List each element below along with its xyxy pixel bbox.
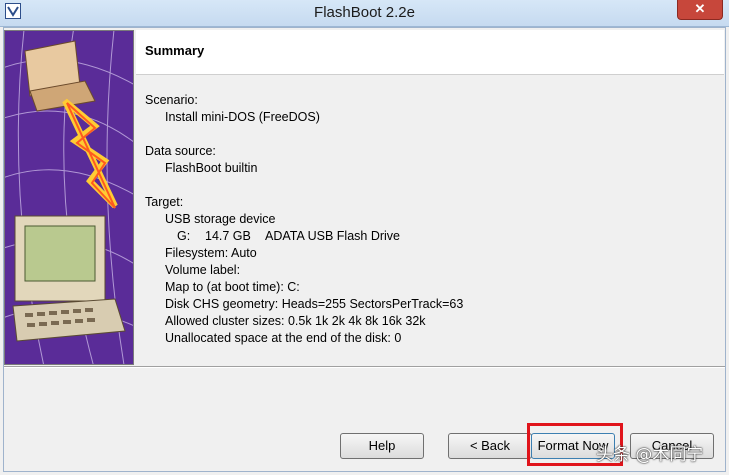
back-button[interactable]: < Back <box>448 433 532 459</box>
drive-row: G: 14.7 GB ADATA USB Flash Drive <box>145 228 705 245</box>
watermark: 头条 @木同宁 <box>596 445 704 465</box>
drive-name: ADATA USB Flash Drive <box>265 229 400 243</box>
target-device: USB storage device <box>165 212 276 226</box>
window-title: FlashBoot 2.2e <box>314 4 415 21</box>
map-to-line: Map to (at boot time): C: <box>165 280 300 294</box>
scenario-label: Scenario: <box>145 93 198 107</box>
filesystem-line: Filesystem: Auto <box>165 246 257 260</box>
title-bar: FlashBoot 2.2e ✕ <box>0 0 729 27</box>
footer-divider <box>4 366 725 368</box>
help-button[interactable]: Help <box>340 433 424 459</box>
side-illustration <box>4 30 134 365</box>
page-header: Summary <box>136 30 724 75</box>
volume-label-line: Volume label: <box>165 263 241 277</box>
unallocated-line: Unallocated space at the end of the disk… <box>165 331 402 345</box>
summary-panel: Scenario: Install mini-DOS (FreeDOS) Dat… <box>145 92 705 364</box>
target-label: Target: <box>145 195 184 209</box>
close-button[interactable]: ✕ <box>677 0 723 20</box>
cluster-sizes-line: Allowed cluster sizes: 0.5k 1k 2k 4k 8k … <box>165 314 426 328</box>
data-source-label: Data source: <box>145 144 216 158</box>
disk-chs-line: Disk CHS geometry: Heads=255 SectorsPerT… <box>165 297 464 311</box>
scenario-value: Install mini-DOS (FreeDOS) <box>165 110 320 124</box>
drive-letter: G: <box>177 229 191 243</box>
page-title: Summary <box>145 43 205 58</box>
drive-size: 14.7 GB <box>205 229 251 243</box>
data-source-value: FlashBoot builtin <box>165 161 258 175</box>
